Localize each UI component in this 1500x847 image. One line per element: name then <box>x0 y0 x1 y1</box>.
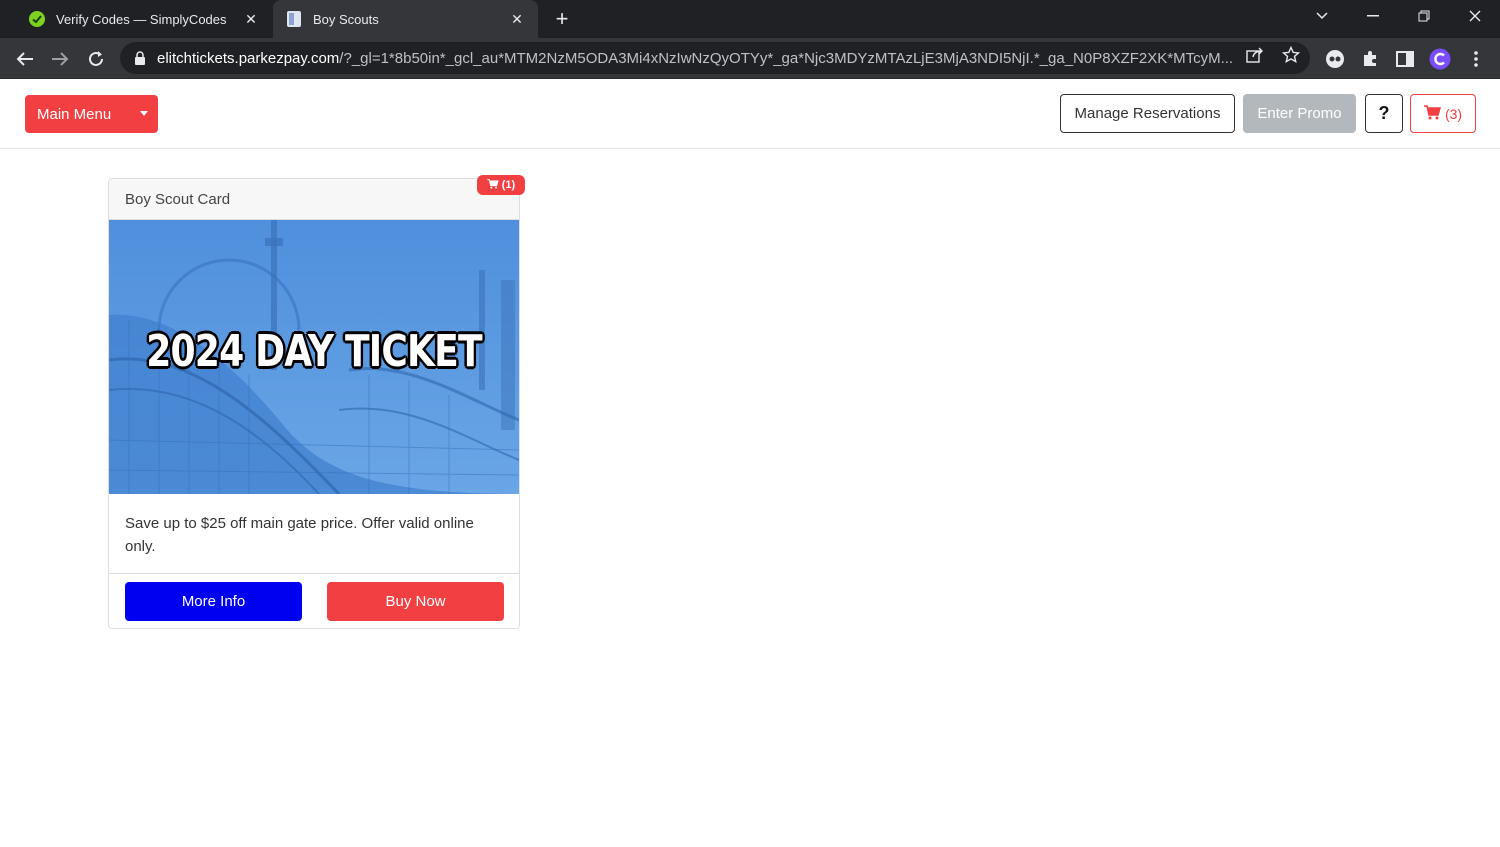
cart-count: (3) <box>1444 105 1463 122</box>
extension-eye-icon[interactable] <box>1324 48 1346 70</box>
card-description: Save up to $25 off main gate price. Offe… <box>109 494 519 574</box>
reload-icon[interactable] <box>83 46 109 72</box>
url-host: elitchtickets.parkezpay.com <box>157 49 340 67</box>
product-card: Boy Scout Card (1) 2024 DAY TICKET Save … <box>108 175 525 629</box>
browser-tab-bar: Verify Codes — SimplyCodes ✕ Boy Scouts … <box>0 0 1500 38</box>
card-title: Boy Scout Card <box>109 179 519 220</box>
extensions-puzzle-icon[interactable] <box>1359 48 1381 70</box>
kebab-menu-icon[interactable] <box>1465 48 1487 70</box>
address-bar[interactable]: elitchtickets.parkezpay.com/?_gl=1*8b50i… <box>120 42 1310 74</box>
url-text[interactable]: elitchtickets.parkezpay.com/?_gl=1*8b50i… <box>157 50 1232 67</box>
shopping-cart-icon <box>1423 104 1441 123</box>
site-header: Main Menu Manage Reservations Enter Prom… <box>0 79 1500 149</box>
caret-down-icon <box>140 111 148 116</box>
new-tab-icon[interactable]: + <box>550 8 574 32</box>
profile-avatar-icon[interactable] <box>1429 48 1451 70</box>
lock-icon[interactable] <box>132 50 148 66</box>
document-favicon-icon <box>285 10 303 28</box>
tab-verify-codes[interactable]: Verify Codes — SimplyCodes ✕ <box>8 0 272 38</box>
close-icon[interactable]: ✕ <box>508 10 526 28</box>
forward-arrow-icon[interactable] <box>47 46 73 72</box>
browser-toolbar: elitchtickets.parkezpay.com/?_gl=1*8b50i… <box>0 38 1500 79</box>
tab-title: Boy Scouts <box>313 11 379 27</box>
simplycodes-favicon-icon <box>28 10 46 28</box>
share-icon[interactable] <box>1246 46 1264 64</box>
more-info-button[interactable]: More Info <box>125 582 302 621</box>
back-arrow-icon[interactable] <box>12 46 38 72</box>
window-close-icon[interactable] <box>1455 0 1495 32</box>
tab-search-chevron-icon[interactable] <box>1302 0 1342 32</box>
tab-boy-scouts[interactable]: Boy Scouts ✕ <box>273 0 538 38</box>
help-button[interactable]: ? <box>1365 94 1403 133</box>
buy-now-button[interactable]: Buy Now <box>327 582 504 621</box>
ticket-image-text: 2024 DAY TICKET <box>146 326 482 377</box>
shopping-cart-icon <box>487 178 499 192</box>
bookmark-star-icon[interactable] <box>1282 46 1300 64</box>
manage-reservations-button[interactable]: Manage Reservations <box>1060 94 1235 133</box>
enter-promo-button[interactable]: Enter Promo <box>1243 94 1356 133</box>
main-menu-button[interactable]: Main Menu <box>25 95 158 133</box>
tab-title: Verify Codes — SimplyCodes <box>56 11 227 27</box>
card-cart-badge: (1) <box>477 175 525 195</box>
side-panel-icon[interactable] <box>1394 48 1416 70</box>
badge-count: (1) <box>501 179 516 191</box>
ticket-image[interactable]: 2024 DAY TICKET <box>109 220 519 494</box>
restore-icon[interactable] <box>1404 0 1444 32</box>
close-icon[interactable]: ✕ <box>242 10 260 28</box>
main-menu-label: Main Menu <box>37 105 112 123</box>
minimize-icon[interactable] <box>1353 0 1393 32</box>
url-path: /?_gl=1*8b50in*_gcl_au*MTM2NzM5ODA3Mi4xN… <box>339 49 1232 67</box>
cart-button[interactable]: (3) <box>1410 94 1476 133</box>
